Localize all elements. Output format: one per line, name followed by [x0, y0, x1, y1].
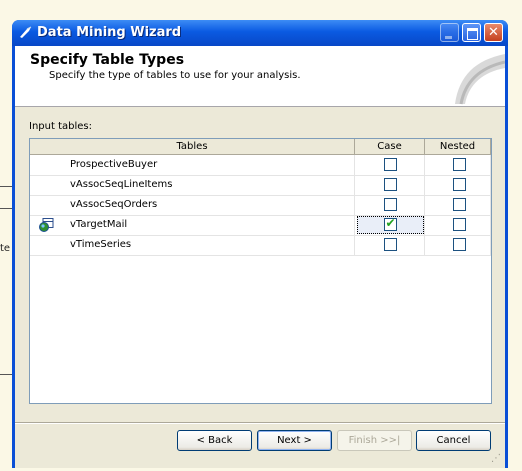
background-divider: [0, 208, 12, 209]
window-title: Data Mining Wizard: [37, 25, 182, 40]
page-subtitle: Specify the type of tables to use for yo…: [49, 70, 301, 81]
wizard-icon: [18, 24, 34, 40]
case-checkbox[interactable]: [384, 198, 397, 211]
column-header-tables[interactable]: Tables: [30, 139, 355, 154]
case-checkbox[interactable]: [384, 238, 397, 251]
table-name-cell[interactable]: vAssocSeqOrders: [30, 195, 355, 215]
case-checkbox[interactable]: ✔: [384, 216, 397, 231]
nested-checkbox[interactable]: [453, 238, 466, 251]
nested-checkbox[interactable]: [453, 218, 466, 231]
table-name-cell[interactable]: ProspectiveBuyer: [30, 155, 355, 175]
input-tables-label: Input tables:: [29, 121, 92, 132]
table-name-cell[interactable]: vAssocSeqLineItems: [30, 175, 355, 195]
nested-checkbox[interactable]: [453, 178, 466, 191]
background-text: te: [0, 243, 11, 254]
footer-separator: [15, 422, 505, 424]
case-table-icon: [39, 218, 54, 232]
nested-checkbox[interactable]: [453, 198, 466, 211]
nested-cell[interactable]: [425, 235, 491, 255]
grid-header: Tables Case Nested: [30, 139, 491, 155]
close-icon: ✕: [488, 25, 499, 40]
case-cell[interactable]: ✔: [355, 215, 425, 235]
next-button[interactable]: Next >: [257, 430, 332, 451]
wizard-banner-icon: [455, 54, 505, 105]
case-cell[interactable]: [355, 195, 425, 215]
case-cell[interactable]: [355, 235, 425, 255]
dialog-body: Specify Table Types Specify the type of …: [15, 46, 505, 468]
case-checkbox[interactable]: [384, 178, 397, 191]
table-name-cell[interactable]: vTargetMail: [30, 215, 355, 235]
table-name: ProspectiveBuyer: [70, 159, 158, 170]
nested-cell[interactable]: [425, 175, 491, 195]
wizard-header: Specify Table Types Specify the type of …: [15, 46, 505, 107]
table-name-cell[interactable]: vTimeSeries: [30, 235, 355, 255]
nested-cell[interactable]: [425, 155, 491, 175]
column-header-case[interactable]: Case: [355, 139, 425, 154]
table-name: vAssocSeqLineItems: [70, 179, 173, 190]
case-checkbox[interactable]: [384, 158, 397, 171]
finish-button[interactable]: Finish >>|: [337, 430, 412, 451]
table-row[interactable]: vTargetMail ✔: [30, 215, 491, 236]
title-bar[interactable]: Data Mining Wizard ✕: [12, 20, 508, 46]
cancel-button[interactable]: Cancel: [416, 430, 491, 451]
wizard-window: Data Mining Wizard ✕ Specify Table Types…: [12, 20, 508, 468]
case-cell[interactable]: [355, 175, 425, 195]
tables-grid: Tables Case Nested ProspectiveBuyer vAsso…: [29, 138, 492, 404]
table-name: vTimeSeries: [70, 239, 132, 250]
checkmark-icon: ✔: [385, 216, 396, 230]
minimize-icon: [445, 36, 452, 39]
back-button[interactable]: < Back: [177, 430, 252, 451]
nested-cell[interactable]: [425, 195, 491, 215]
maximize-button[interactable]: [462, 23, 481, 42]
table-row[interactable]: vAssocSeqOrders: [30, 195, 491, 216]
table-row[interactable]: vTimeSeries: [30, 235, 491, 256]
case-cell[interactable]: [355, 155, 425, 175]
column-header-nested[interactable]: Nested: [425, 139, 491, 154]
table-name: vAssocSeqOrders: [70, 199, 158, 210]
background-divider: [0, 186, 12, 187]
nested-cell[interactable]: [425, 215, 491, 235]
page-title: Specify Table Types: [30, 52, 185, 68]
maximize-icon: [467, 28, 478, 40]
table-row[interactable]: ProspectiveBuyer: [30, 155, 491, 176]
minimize-button[interactable]: [440, 23, 459, 42]
close-button[interactable]: ✕: [484, 23, 503, 42]
table-row[interactable]: vAssocSeqLineItems: [30, 175, 491, 196]
background-divider: [0, 374, 12, 375]
table-name: vTargetMail: [70, 219, 128, 230]
nested-checkbox[interactable]: [453, 158, 466, 171]
resize-grip-icon[interactable]: ⋰: [491, 454, 503, 466]
